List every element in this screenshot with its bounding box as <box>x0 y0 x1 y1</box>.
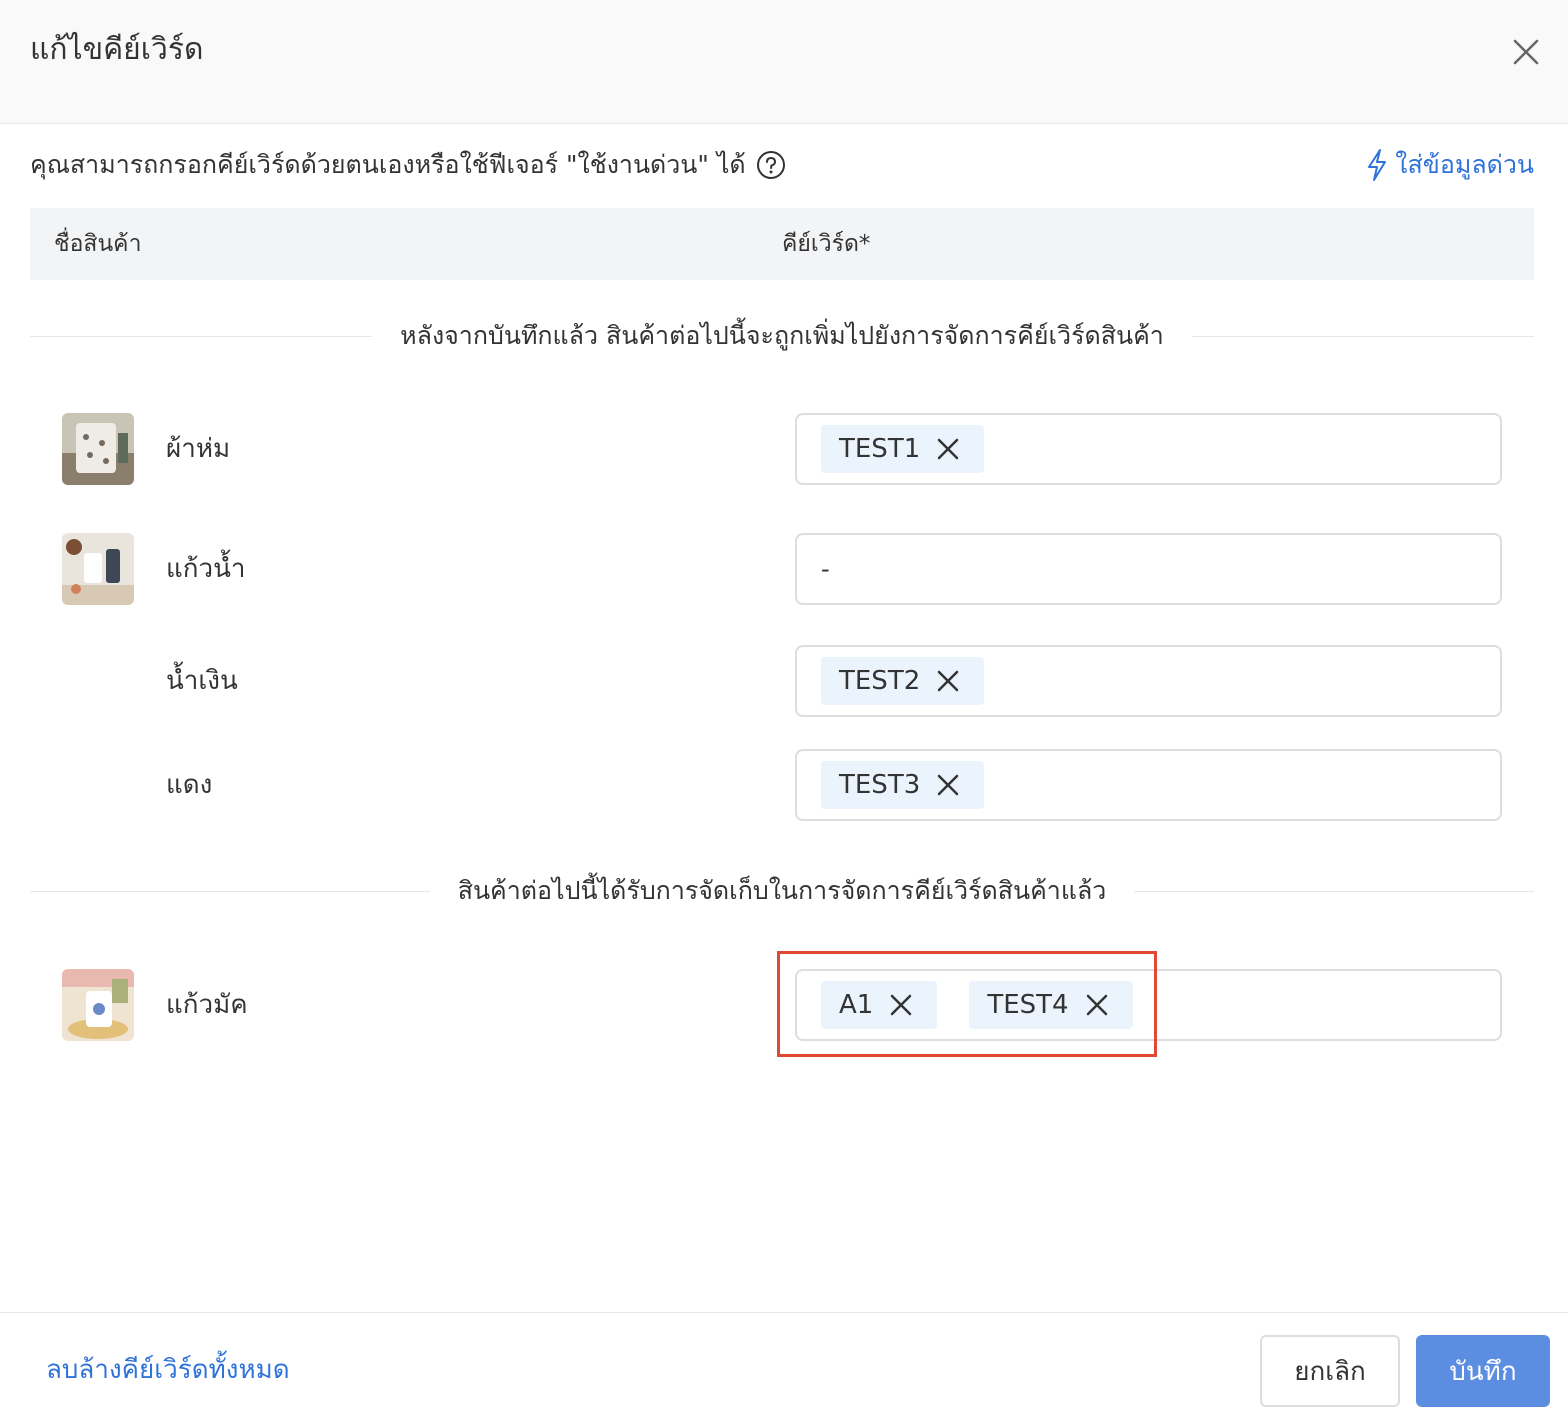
clear-all-keywords-link[interactable]: ลบล้างคีย์เวิร์ดทั้งหมด <box>46 1349 290 1390</box>
product-name: ผ้าห่ม <box>166 434 231 464</box>
section-label: หลังจากบันทึกแล้ว สินค้าต่อไปนี้จะถูกเพิ… <box>400 321 1164 350</box>
lightning-icon <box>1368 149 1387 181</box>
product-thumbnail <box>62 533 134 605</box>
save-button[interactable]: บันทึก <box>1416 1335 1550 1407</box>
keyword-input[interactable]: TEST3 <box>795 749 1502 821</box>
keyword-input[interactable]: - <box>795 533 1502 605</box>
column-header-name: ชื่อสินค้า <box>54 231 142 257</box>
keyword-empty-value: - <box>821 555 830 583</box>
table-header: ชื่อสินค้า คีย์เวิร์ด* <box>30 208 1534 280</box>
close-button[interactable] <box>1506 32 1546 72</box>
keyword-input[interactable]: TEST2 <box>795 645 1502 717</box>
keyword-tag: TEST1 <box>821 425 985 473</box>
section-divider: สินค้าต่อไปนี้ได้รับการจัดเก็บในการจัดกา… <box>30 871 1534 911</box>
column-header-keyword: คีย์เวิร์ด* <box>782 231 871 257</box>
keyword-tag: TEST2 <box>821 657 985 705</box>
product-thumbnail <box>62 413 134 485</box>
helper-line: คุณสามารถกรอกคีย์เวิร์ดด้วยตนเองหรือใช้ฟ… <box>30 142 786 188</box>
helper-text: คุณสามารถกรอกคีย์เวิร์ดด้วยตนเองหรือใช้ฟ… <box>30 150 746 179</box>
keyword-input[interactable]: TEST1 <box>795 413 1502 485</box>
cancel-button[interactable]: ยกเลิก <box>1260 1335 1400 1407</box>
dialog-footer: ลบล้างคีย์เวิร์ดทั้งหมด ยกเลิก บันทึก <box>0 1312 1568 1412</box>
keyword-tag-label: TEST1 <box>839 434 921 464</box>
close-icon <box>1513 39 1539 65</box>
section-label: สินค้าต่อไปนี้ได้รับการจัดเก็บในการจัดกา… <box>457 876 1107 905</box>
tag-remove-icon[interactable] <box>936 773 960 797</box>
product-name: แก้วน้ำ <box>166 554 246 584</box>
dialog-title: แก้ไขคีย์เวิร์ด <box>30 32 204 67</box>
keyword-tag-label: TEST2 <box>839 666 921 696</box>
help-circle-icon[interactable] <box>756 150 786 180</box>
quick-fill-link[interactable]: ใส่ข้อมูลด่วน <box>1365 142 1534 188</box>
tag-remove-icon[interactable] <box>936 437 960 461</box>
keyword-tag: TEST3 <box>821 761 985 809</box>
variant-name: แดง <box>166 770 213 800</box>
tag-remove-icon[interactable] <box>936 669 960 693</box>
dialog-header: แก้ไขคีย์เวิร์ด <box>0 0 1568 124</box>
keyword-tag-label: TEST3 <box>839 770 921 800</box>
product-thumbnail <box>62 969 134 1041</box>
section-divider: หลังจากบันทึกแล้ว สินค้าต่อไปนี้จะถูกเพิ… <box>30 316 1534 356</box>
highlight-box <box>777 951 1157 1057</box>
product-name: แก้วมัค <box>166 990 248 1020</box>
variant-name: น้ำเงิน <box>166 666 238 696</box>
quick-fill-label: ใส่ข้อมูลด่วน <box>1395 150 1534 179</box>
